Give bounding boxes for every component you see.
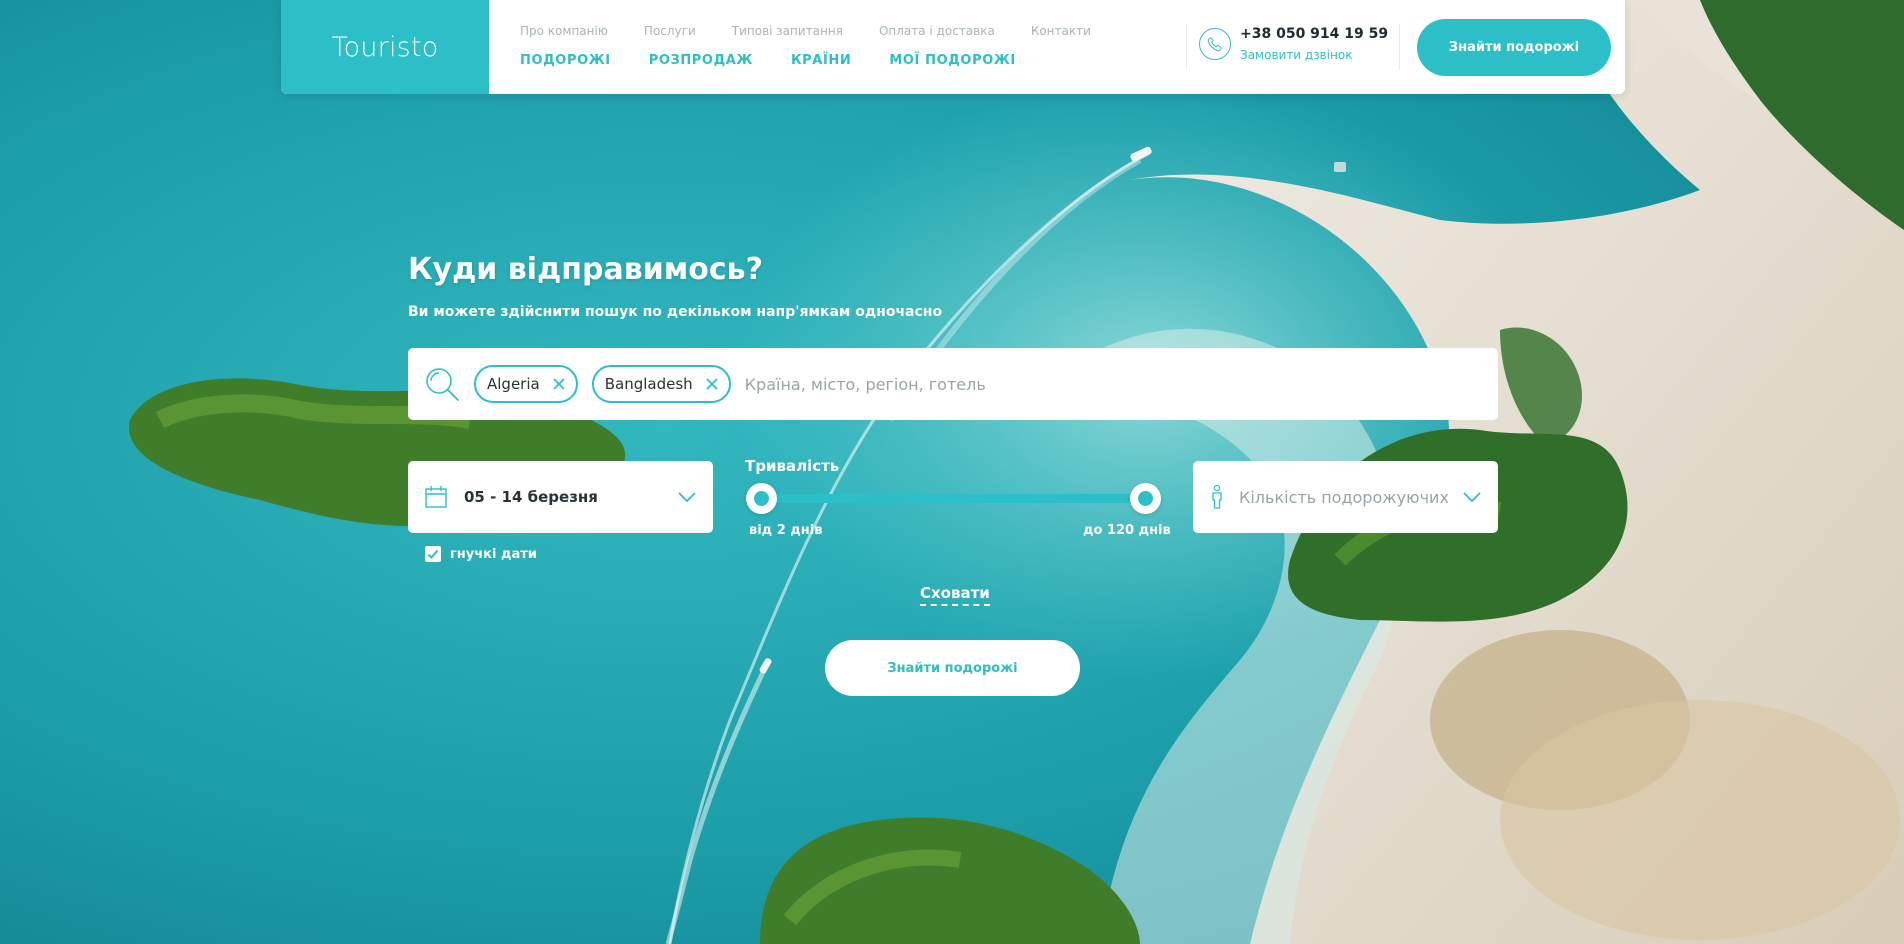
nav-link-faq[interactable]: Типові запитання bbox=[732, 24, 843, 38]
hero-background-image bbox=[0, 0, 1904, 944]
nav-link-sale[interactable]: РОЗПРОДАЖ bbox=[649, 53, 753, 68]
duration-max-label: до 120 днів bbox=[1083, 523, 1171, 538]
nav-link-contacts[interactable]: Контакти bbox=[1031, 24, 1091, 38]
flexible-dates-label: гнучкі дати bbox=[450, 546, 537, 562]
nav-link-services[interactable]: Послуги bbox=[644, 24, 696, 38]
main-nav: ПОДОРОЖІ РОЗПРОДАЖ КРАЇНИ МОЇ ПОДОРОЖІ bbox=[520, 53, 1054, 68]
hero-subtitle: Ви можете здійснити пошук по декільком н… bbox=[408, 304, 943, 320]
phone-block: +38 050 914 19 59 Замовити дзвінок bbox=[1199, 26, 1388, 62]
find-trips-button[interactable]: Знайти подорожі bbox=[825, 640, 1080, 696]
header-divider bbox=[1186, 24, 1187, 70]
destination-chip[interactable]: Algeria bbox=[474, 365, 578, 403]
search-icon bbox=[426, 368, 459, 401]
phone-number[interactable]: +38 050 914 19 59 bbox=[1240, 26, 1388, 42]
destination-search-input[interactable] bbox=[744, 364, 1498, 404]
handle-dot bbox=[1138, 491, 1153, 506]
chevron-down-icon bbox=[1463, 492, 1481, 503]
nav-link-payment[interactable]: Оплата і доставка bbox=[879, 24, 995, 38]
flexible-dates-option[interactable]: гнучкі дати bbox=[425, 546, 537, 562]
chip-label: Algeria bbox=[487, 375, 540, 393]
duration-min-label: від 2 днів bbox=[749, 523, 823, 538]
callback-link[interactable]: Замовити дзвінок bbox=[1240, 48, 1388, 62]
date-range-picker[interactable]: 05 - 14 березня bbox=[408, 461, 713, 533]
nav-link-my-trips[interactable]: МОЇ ПОДОРОЖІ bbox=[889, 53, 1015, 68]
handle-dot bbox=[754, 491, 769, 506]
flexible-dates-checkbox[interactable] bbox=[425, 546, 441, 562]
date-range-value: 05 - 14 березня bbox=[464, 488, 598, 506]
hide-filters-link[interactable]: Сховати bbox=[920, 584, 990, 606]
nav-link-about[interactable]: Про компанію bbox=[520, 24, 608, 38]
close-icon[interactable] bbox=[705, 377, 719, 391]
person-icon bbox=[1212, 484, 1222, 509]
check-icon bbox=[427, 549, 439, 559]
site-header: Touristo Про компанію Послуги Типові зап… bbox=[281, 0, 1625, 94]
phone-icon bbox=[1199, 28, 1231, 60]
nav-link-trips[interactable]: ПОДОРОЖІ bbox=[520, 53, 611, 68]
chevron-down-icon bbox=[678, 492, 696, 503]
logo[interactable]: Touristo bbox=[281, 0, 489, 94]
destination-search-box[interactable]: Algeria Bangladesh bbox=[408, 348, 1498, 420]
chip-label: Bangladesh bbox=[604, 375, 693, 393]
calendar-icon bbox=[425, 486, 447, 508]
duration-min-handle[interactable] bbox=[746, 483, 777, 514]
close-icon[interactable] bbox=[552, 377, 566, 391]
header-divider bbox=[1399, 24, 1400, 70]
duration-max-handle[interactable] bbox=[1130, 483, 1161, 514]
header-find-trips-button[interactable]: Знайти подорожі bbox=[1417, 19, 1611, 76]
duration-title: Тривалість bbox=[745, 457, 840, 475]
travelers-select[interactable]: Кількість подорожуючих bbox=[1193, 461, 1498, 533]
duration-slider-track[interactable] bbox=[762, 494, 1146, 503]
travelers-placeholder: Кількість подорожуючих bbox=[1239, 487, 1449, 507]
hero-title: Куди відправимось? bbox=[408, 252, 764, 287]
destination-chip[interactable]: Bangladesh bbox=[591, 365, 731, 403]
secondary-nav: Про компанію Послуги Типові запитання Оп… bbox=[520, 24, 1127, 38]
nav-link-countries[interactable]: КРАЇНИ bbox=[791, 53, 851, 68]
